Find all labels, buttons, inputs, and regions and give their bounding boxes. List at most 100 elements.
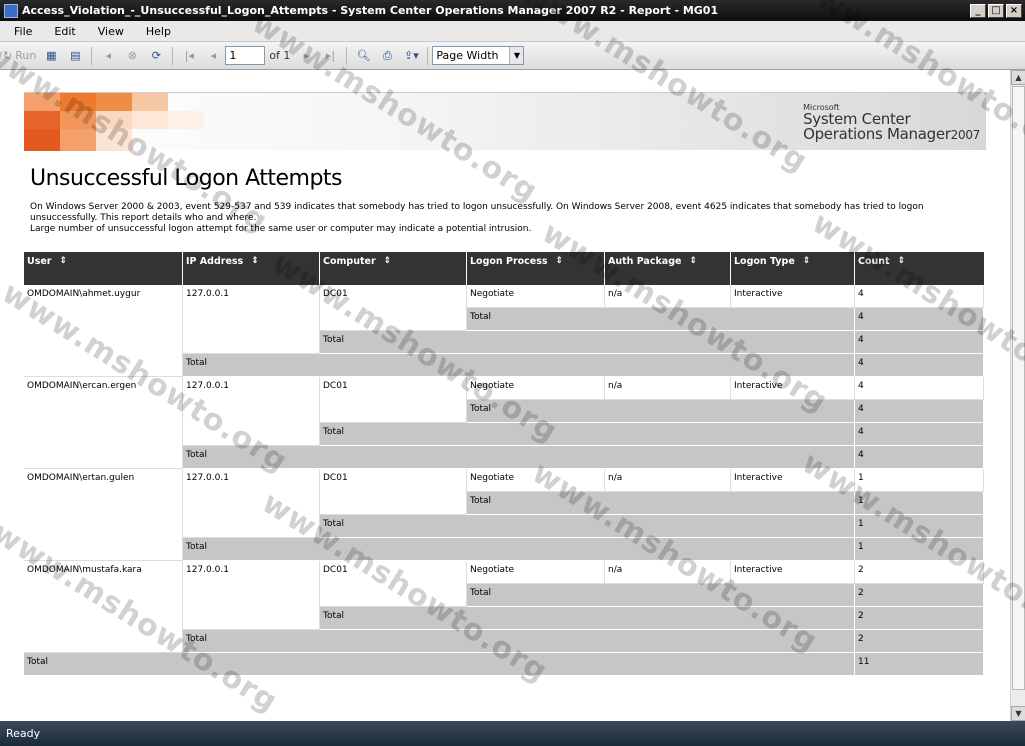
previous-page-icon[interactable]: ◂ <box>204 46 222 66</box>
process-total-label: Total <box>467 492 855 515</box>
cell-logon-type: Interactive <box>731 469 855 492</box>
grand-total-count: 11 <box>855 653 984 676</box>
sort-icon[interactable]: ⇕ <box>251 256 259 266</box>
column-header-count[interactable]: Count ⇕ <box>855 252 984 285</box>
ip-total-label: Total <box>183 354 855 377</box>
banner-tiles <box>24 93 204 151</box>
vertical-scrollbar[interactable]: ▲ ▼ <box>1010 70 1025 721</box>
computer-total-count: 4 <box>855 423 984 446</box>
status-text: Ready <box>6 727 41 740</box>
column-header-auth-package[interactable]: Auth Package ⇕ <box>605 252 731 285</box>
scroll-up-icon[interactable]: ▲ <box>1011 70 1025 85</box>
scroll-thumb[interactable] <box>1012 86 1025 690</box>
next-page-icon[interactable]: ▸ <box>297 46 315 66</box>
process-total-count: 4 <box>855 400 984 423</box>
menu-help[interactable]: Help <box>132 25 179 38</box>
cell-count: 4 <box>855 285 984 308</box>
cell-logon-type: Interactive <box>731 561 855 584</box>
menu-file[interactable]: File <box>0 25 40 38</box>
computer-total-count: 1 <box>855 515 984 538</box>
column-header-user[interactable]: User ⇕ <box>24 252 183 285</box>
table-header: User ⇕ IP Address ⇕ Computer ⇕ Logon Proces… <box>24 252 984 285</box>
ip-total-count: 4 <box>855 446 984 469</box>
minimize-button[interactable]: _ <box>970 3 986 18</box>
menu-bar: File Edit View Help <box>0 21 1025 42</box>
process-total-label: Total <box>467 400 855 423</box>
page-number-input[interactable] <box>225 46 266 65</box>
cell-auth-package: n/a <box>605 469 731 492</box>
table-row: Total 2 <box>24 607 984 630</box>
computer-total-count: 4 <box>855 331 984 354</box>
ip-total-label: Total <box>183 538 855 561</box>
export-icon[interactable]: ⇪▾ <box>402 46 420 66</box>
run-label: Run <box>15 49 37 62</box>
process-total-count: 2 <box>855 584 984 607</box>
table-row: Total 4 <box>24 446 984 469</box>
table-row: OMDOMAIN\ahmet.uygur 127.0.0.1 DC01 Negotia… <box>24 285 984 377</box>
process-total-count: 1 <box>855 492 984 515</box>
last-page-icon[interactable]: ▸| <box>321 46 339 66</box>
table-row: OMDOMAIN\mustafa.kara 127.0.0.1 DC01 Negoti… <box>24 561 984 653</box>
scroll-down-icon[interactable]: ▼ <box>1011 706 1025 721</box>
computer-total-count: 2 <box>855 607 984 630</box>
app-icon <box>4 3 18 18</box>
cell-auth-package: n/a <box>605 285 731 308</box>
table-row: Total 4 <box>24 400 984 423</box>
document-map-icon[interactable]: ▤ <box>66 46 84 66</box>
zoom-value: Page Width <box>436 49 499 62</box>
ip-total-label: Total <box>183 630 855 653</box>
parameters-icon[interactable]: ▦ <box>42 46 60 66</box>
user-group: OMDOMAIN\ertan.gulen 127.0.0.1 DC01 Negotia… <box>24 469 984 561</box>
table-row: Total 1 <box>24 538 984 561</box>
user-group: OMDOMAIN\mustafa.kara 127.0.0.1 DC01 Negoti… <box>24 561 984 653</box>
report-banner: Microsoft System Center Operations Manag… <box>24 92 986 151</box>
cell-logon-type: Interactive <box>731 377 855 400</box>
stop-icon[interactable]: ⊗ <box>123 46 141 66</box>
chevron-down-icon: ▼ <box>509 47 524 64</box>
table-row: OMDOMAIN\ertan.gulen 127.0.0.1 DC01 Negotia… <box>24 469 984 561</box>
cell-auth-package: n/a <box>605 561 731 584</box>
first-page-icon[interactable]: |◂ <box>180 46 198 66</box>
report-viewer: Microsoft System Center Operations Manag… <box>0 70 1010 721</box>
sort-icon[interactable]: ⇕ <box>384 256 392 266</box>
find-icon[interactable]: 🔍︎ <box>354 46 372 66</box>
table-row: Total 2 <box>24 630 984 653</box>
close-button[interactable]: × <box>1006 3 1022 18</box>
menu-view[interactable]: View <box>84 25 132 38</box>
zoom-select[interactable]: Page Width ▼ <box>432 46 525 65</box>
column-header-logon-process[interactable]: Logon Process ⇕ <box>467 252 605 285</box>
menu-edit[interactable]: Edit <box>40 25 83 38</box>
column-header-logon-type[interactable]: Logon Type ⇕ <box>731 252 855 285</box>
table-row: Total 4 <box>24 423 984 446</box>
cell-logon-type: Interactive <box>731 285 855 308</box>
computer-total-label: Total <box>320 607 855 630</box>
back-icon[interactable]: ◂ <box>99 46 117 66</box>
table-row: Total 4 <box>24 331 984 354</box>
table-row: Total 4 <box>24 354 984 377</box>
cell-auth-package: n/a <box>605 377 731 400</box>
table-row: OMDOMAIN\ercan.ergen 127.0.0.1 DC01 Negotia… <box>24 377 984 469</box>
grand-total-row: Total 11 <box>24 653 984 676</box>
sort-icon[interactable]: ⇕ <box>898 256 906 266</box>
ip-total-count: 1 <box>855 538 984 561</box>
refresh-icon[interactable]: ⟳ <box>147 46 165 66</box>
ip-total-count: 2 <box>855 630 984 653</box>
user-group: OMDOMAIN\ahmet.uygur 127.0.0.1 DC01 Negotia… <box>24 285 984 377</box>
process-total-label: Total <box>467 584 855 607</box>
sort-icon[interactable]: ⇕ <box>689 256 697 266</box>
column-header-computer[interactable]: Computer ⇕ <box>320 252 467 285</box>
computer-total-label: Total <box>320 515 855 538</box>
run-button[interactable]: ↻ Run <box>3 46 36 66</box>
sort-icon[interactable]: ⇕ <box>803 256 811 266</box>
sort-icon[interactable]: ⇕ <box>556 256 564 266</box>
print-icon[interactable]: ⎙ <box>378 46 396 66</box>
table-row: Total 2 <box>24 584 984 607</box>
toolbar: ↻ Run ▦ ▤ ◂ ⊗ ⟳ |◂ ◂ of 1 ▸ ▸| 🔍︎ ⎙ ⇪▾ P… <box>0 42 1025 70</box>
maximize-button[interactable]: □ <box>988 3 1004 18</box>
sort-icon[interactable]: ⇕ <box>60 256 68 266</box>
column-header-ip[interactable]: IP Address ⇕ <box>183 252 320 285</box>
cell-count: 4 <box>855 377 984 400</box>
computer-total-label: Total <box>320 423 855 446</box>
logon-attempts-table: User ⇕ IP Address ⇕ Computer ⇕ Logon Proces… <box>24 252 984 676</box>
user-group: OMDOMAIN\ercan.ergen 127.0.0.1 DC01 Negotia… <box>24 377 984 469</box>
